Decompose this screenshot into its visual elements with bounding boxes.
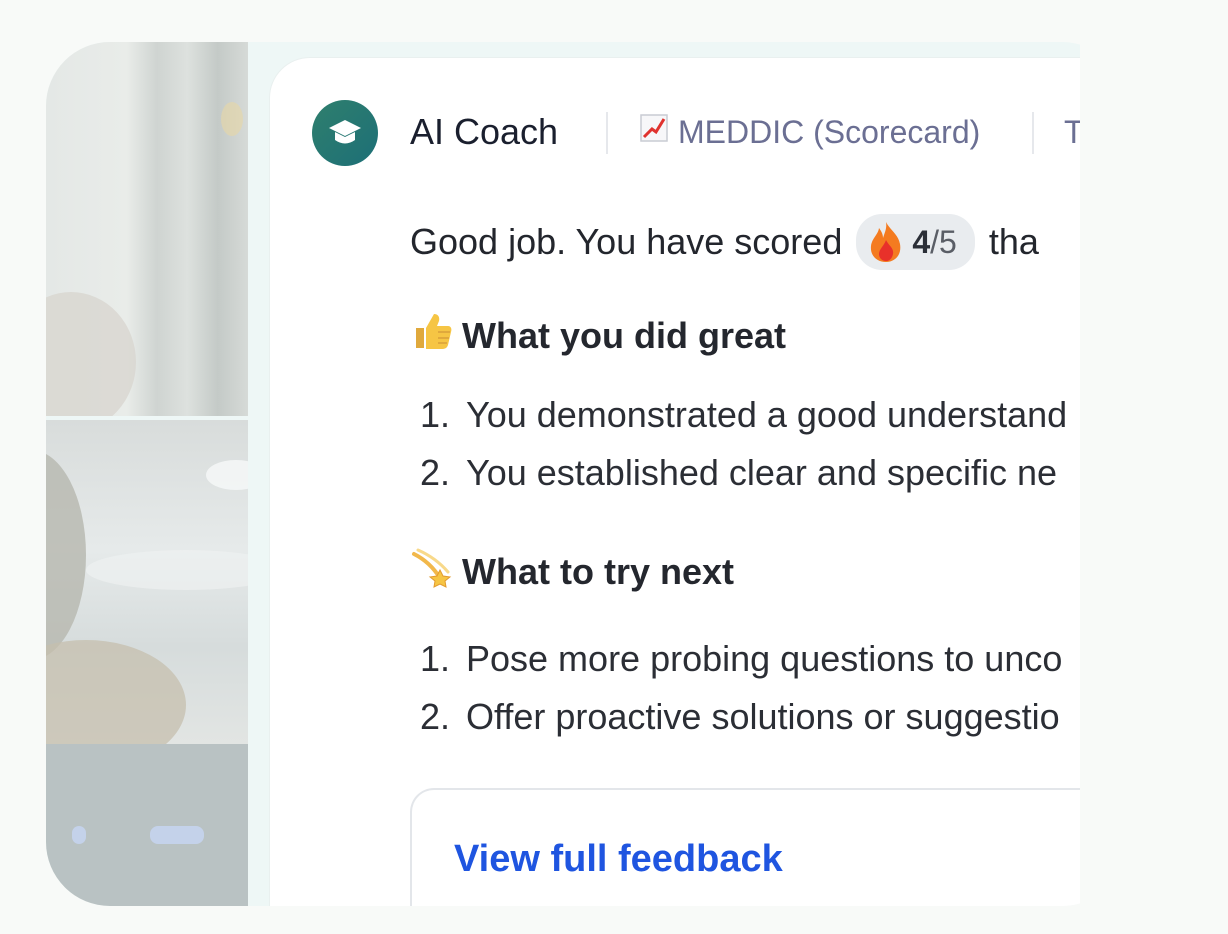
video-controls — [46, 744, 248, 906]
score-prefix: Good job. You have scored — [410, 221, 843, 262]
list-number: 1. — [420, 394, 451, 435]
header-divider-2 — [1032, 112, 1034, 154]
list-text: You demonstrated a good understand — [466, 394, 1068, 435]
thumbs-up-icon — [410, 308, 454, 364]
scorecard-label: MEDDIC (Scorecard) — [678, 114, 981, 150]
coach-name: AI Coach — [410, 111, 559, 152]
score-badge: 4 /5 — [856, 214, 975, 270]
section-title-great: What you did great — [410, 308, 786, 364]
list-item: 2. You established clear and specific ne — [420, 444, 1067, 502]
header-divider — [606, 112, 608, 154]
list-number: 2. — [420, 452, 451, 493]
feedback-box: View full feedback — [410, 788, 1126, 906]
list-text: Offer proactive solutions or suggestio — [466, 696, 1060, 737]
section-great-label: What you did great — [462, 315, 786, 356]
page-margin — [1080, 0, 1128, 934]
list-number: 2. — [420, 696, 451, 737]
section-next-label: What to try next — [462, 551, 735, 592]
list-text: You established clear and specific ne — [466, 452, 1058, 493]
coach-frame: AI Coach MEDDIC (Scorecard) To: Good job… — [46, 42, 1126, 906]
list-item: 2. Offer proactive solutions or suggestio — [420, 688, 1062, 746]
list-text: Pose more probing questions to unco — [466, 638, 1063, 679]
video-tile-1 — [46, 42, 248, 416]
graduation-cap-icon — [312, 100, 378, 166]
mic-control[interactable] — [72, 826, 86, 844]
score-suffix: tha — [988, 221, 1039, 262]
video-tile-2 — [46, 420, 248, 744]
dizzy-star-icon — [410, 544, 454, 600]
coach-card: AI Coach MEDDIC (Scorecard) To: Good job… — [270, 58, 1126, 906]
list-item: 1. Pose more probing questions to unco — [420, 630, 1062, 688]
score-value: 4 — [912, 224, 931, 260]
score-total: /5 — [930, 224, 957, 260]
fire-icon — [868, 220, 904, 264]
section-title-next: What to try next — [410, 544, 734, 600]
scorecard-chip[interactable]: MEDDIC (Scorecard) — [640, 110, 980, 154]
camera-control[interactable] — [150, 826, 204, 844]
list-number: 1. — [420, 638, 451, 679]
list-item: 1. You demonstrated a good understand — [420, 386, 1067, 444]
chart-increasing-icon — [640, 110, 668, 154]
view-full-feedback-link[interactable]: View full feedback — [454, 834, 783, 884]
next-list: 1. Pose more probing questions to unco 2.… — [420, 630, 1062, 746]
score-line: Good job. You have scored 4 /5 tha — [410, 214, 1039, 270]
great-list: 1. You demonstrated a good understand 2. Y… — [420, 386, 1067, 502]
video-panel — [46, 42, 248, 906]
